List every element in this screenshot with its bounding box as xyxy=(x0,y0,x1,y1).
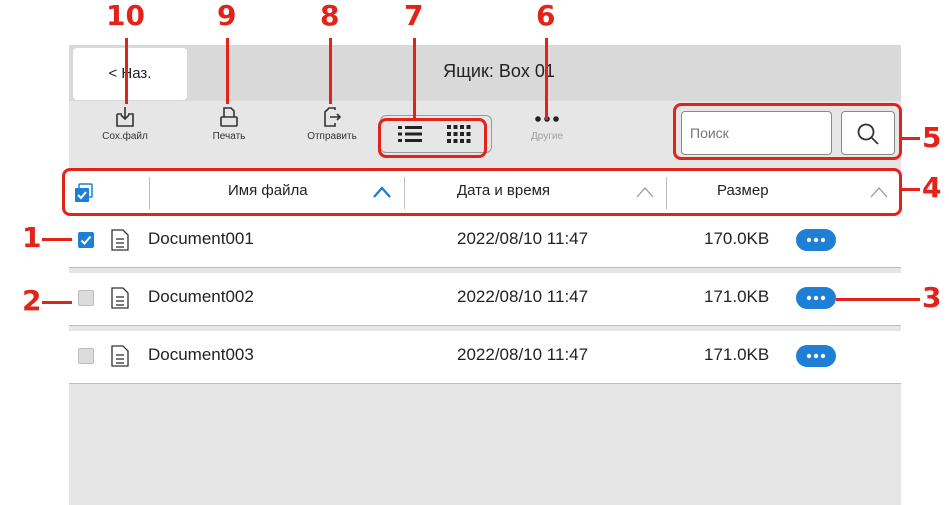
file-date: 2022/08/10 11:47 xyxy=(457,229,589,248)
callout-1: 1 xyxy=(22,221,42,254)
document-icon xyxy=(111,287,129,309)
file-details-button[interactable] xyxy=(796,229,836,251)
row-checkbox[interactable] xyxy=(78,290,94,306)
print-icon xyxy=(220,107,238,127)
callout-8: 8 xyxy=(320,0,340,32)
callout-6-line xyxy=(545,38,548,120)
callout-3-line xyxy=(836,298,920,301)
table-row[interactable]: Document001 2022/08/10 11:47 170.0KB xyxy=(69,215,901,268)
callout-1-line xyxy=(42,238,72,241)
callout-2: 2 xyxy=(22,284,42,317)
page-title: Ящик: Box 01 xyxy=(443,61,555,81)
title-bar: < Наз. Ящик: Box 01 xyxy=(69,45,901,101)
callout-4: 4 xyxy=(922,171,942,204)
callout-4-frame xyxy=(62,168,902,216)
file-date: 2022/08/10 11:47 xyxy=(457,345,589,364)
callout-4-line xyxy=(902,188,920,191)
more-dots-icon xyxy=(806,237,826,243)
file-details-button[interactable] xyxy=(796,345,836,367)
file-details-button[interactable] xyxy=(796,287,836,309)
callout-7-frame xyxy=(378,118,487,158)
callout-7-line xyxy=(413,38,416,118)
file-name: Document001 xyxy=(148,229,254,248)
table-row[interactable]: Document003 2022/08/10 11:47 171.0KB xyxy=(69,331,901,384)
row-checkbox[interactable] xyxy=(78,348,94,364)
save-file-icon xyxy=(116,107,134,127)
callout-2-line xyxy=(42,301,72,304)
callout-10-line xyxy=(125,38,128,104)
file-date: 2022/08/10 11:47 xyxy=(457,287,589,306)
callout-9-line xyxy=(226,38,229,104)
callout-7: 7 xyxy=(404,0,424,32)
print-label: Печать xyxy=(212,131,246,142)
file-size: 171.0KB xyxy=(704,287,770,306)
callout-9: 9 xyxy=(217,0,237,32)
checkmark-icon xyxy=(80,235,92,245)
callout-5-line xyxy=(902,137,920,140)
file-size: 170.0KB xyxy=(704,229,770,248)
callout-5-frame xyxy=(673,103,902,160)
document-icon xyxy=(111,345,129,367)
file-name: Document003 xyxy=(148,345,254,364)
back-button[interactable]: < Наз. xyxy=(73,48,187,100)
more-dots-icon xyxy=(806,295,826,301)
callout-6: 6 xyxy=(536,0,556,32)
print-button[interactable]: Печать xyxy=(179,105,279,142)
send-button[interactable]: Отправить xyxy=(282,105,382,142)
save-file-button[interactable]: Сох.файл xyxy=(75,105,175,142)
callout-10: 10 xyxy=(106,0,145,32)
row-checkbox[interactable] xyxy=(78,232,94,248)
callout-8-line xyxy=(329,38,332,104)
table-row[interactable]: Document002 2022/08/10 11:47 171.0KB xyxy=(69,273,901,326)
save-file-label: Сох.файл xyxy=(102,131,148,142)
file-size: 171.0KB xyxy=(704,345,770,364)
more-dots-icon xyxy=(806,353,826,359)
callout-5: 5 xyxy=(922,121,942,154)
callout-3: 3 xyxy=(922,281,942,314)
document-icon xyxy=(111,229,129,251)
file-name: Document002 xyxy=(148,287,254,306)
send-icon xyxy=(324,107,342,127)
other-label: Другие xyxy=(530,131,564,142)
send-label: Отправить xyxy=(307,131,357,142)
